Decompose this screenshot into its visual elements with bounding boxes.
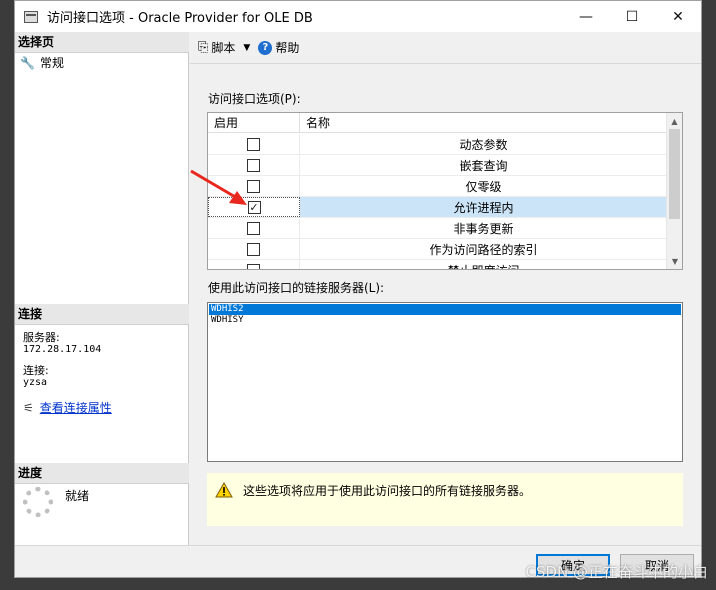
maximize-button[interactable]: ☐ xyxy=(609,1,655,32)
enable-cell xyxy=(208,218,300,238)
option-name: 允许进程内 xyxy=(300,197,667,217)
table-row[interactable]: 嵌套查询 xyxy=(208,155,667,176)
server-value: 172.28.17.104 xyxy=(23,344,102,355)
left-pane: 选择页 🔧 常规 连接 服务器: 172.28.17.104 连接: yzsa … xyxy=(15,32,189,545)
progress-status: 就绪 xyxy=(65,489,90,503)
select-page-header: 选择页 xyxy=(15,32,189,53)
option-name: 非事务更新 xyxy=(453,221,514,236)
connection-label: 连接: xyxy=(23,364,49,377)
option-name: 禁止即席访问 xyxy=(300,260,667,270)
script-button[interactable]: ⎘ 脚本 xyxy=(198,39,235,56)
dialog-window: 访问接口选项 - Oracle Provider for OLE DB — ☐ … xyxy=(14,0,702,578)
progress-header: 进度 xyxy=(15,463,189,484)
option-name: 嵌套查询 xyxy=(459,158,508,173)
close-button[interactable]: ✕ xyxy=(655,1,701,32)
warning-icon xyxy=(215,482,233,498)
progress-row: 就绪 xyxy=(23,487,89,517)
spinner-icon xyxy=(23,487,53,517)
servers-group-label: 使用此访问接口的链接服务器(L): xyxy=(208,281,385,295)
help-label: 帮助 xyxy=(275,41,300,55)
scroll-up-icon[interactable]: ▲ xyxy=(667,113,682,129)
scroll-thumb[interactable] xyxy=(669,129,680,219)
wrench-icon: 🔧 xyxy=(20,55,35,70)
column-header-name[interactable]: 名称 xyxy=(300,113,667,133)
enable-cell xyxy=(208,239,300,259)
connection-value: yzsa xyxy=(23,377,48,388)
connection-info: 服务器: 172.28.17.104 连接: yzsa xyxy=(23,332,101,398)
window-title: 访问接口选项 - Oracle Provider for OLE DB xyxy=(47,11,313,26)
enable-checkbox[interactable] xyxy=(247,263,260,269)
list-item[interactable]: WDHISY xyxy=(209,315,681,326)
minimize-button[interactable]: — xyxy=(563,1,609,32)
enable-cell xyxy=(208,260,300,269)
page-item-general[interactable]: 🔧 常规 xyxy=(20,54,64,71)
view-connection-properties[interactable]: ⚟ 查看连接属性 xyxy=(23,399,112,416)
script-label: 脚本 xyxy=(211,41,236,55)
enable-checkbox[interactable] xyxy=(247,221,260,235)
table-row[interactable]: 禁止即席访问 xyxy=(208,260,667,270)
chevron-down-icon[interactable]: ▼ xyxy=(243,43,250,53)
info-text: 这些选项将应用于使用此访问接口的所有链接服务器。 xyxy=(243,484,532,498)
linked-servers-list[interactable]: WDHIS2 WDHISY xyxy=(207,302,683,462)
server-label: 服务器: xyxy=(23,331,60,344)
list-item[interactable]: WDHIS2 xyxy=(209,304,681,315)
toolbar: ⎘ 脚本 ▼ ? 帮助 xyxy=(190,32,701,64)
enable-cell xyxy=(208,134,300,154)
table-row[interactable]: 动态参数 xyxy=(208,134,667,155)
annotation-arrow xyxy=(190,169,247,205)
table-row[interactable]: 仅零级 xyxy=(208,176,667,197)
view-connection-properties-link[interactable]: 查看连接属性 xyxy=(40,399,112,416)
title-bar: 访问接口选项 - Oracle Provider for OLE DB — ☐ … xyxy=(15,1,701,32)
options-grid: 启用 名称 动态参数嵌套查询仅零级 ✓允许进程内非事务更新作为访问路径的索引禁止即… xyxy=(207,112,683,270)
page-item-label: 常规 xyxy=(39,56,64,70)
enable-checkbox[interactable] xyxy=(247,137,260,151)
table-row[interactable]: ✓ 允许进程内 xyxy=(208,197,667,218)
app-icon xyxy=(24,10,38,23)
column-header-enable[interactable]: 启用 xyxy=(208,113,300,133)
script-icon: ⎘ xyxy=(198,40,209,55)
info-box: 这些选项将应用于使用此访问接口的所有链接服务器。 xyxy=(207,473,683,526)
plug-icon: ⚟ xyxy=(23,400,34,415)
grid-header: 启用 名称 xyxy=(208,113,667,133)
help-button[interactable]: ? 帮助 xyxy=(258,39,299,56)
options-group-label: 访问接口选项(P): xyxy=(208,92,301,106)
enable-checkbox[interactable] xyxy=(247,242,260,256)
option-name: 动态参数 xyxy=(459,137,508,152)
option-name: 作为访问路径的索引 xyxy=(429,242,538,257)
option-name: 仅零级 xyxy=(465,179,502,194)
table-row[interactable]: 非事务更新 xyxy=(208,218,667,239)
connection-header: 连接 xyxy=(15,304,189,325)
scroll-down-icon[interactable]: ▼ xyxy=(667,253,682,269)
help-icon: ? xyxy=(258,40,273,55)
vertical-scrollbar[interactable]: ▲ ▼ xyxy=(666,113,682,269)
grid-body: 动态参数嵌套查询仅零级 ✓允许进程内非事务更新作为访问路径的索引禁止即席访问 xyxy=(208,134,667,270)
right-pane: ⎘ 脚本 ▼ ? 帮助 访问接口选项(P): 启用 名称 动态参数嵌套查询仅零级… xyxy=(190,32,701,545)
watermark: CSDN @正在奋斗中的小白 xyxy=(525,563,708,581)
table-row[interactable]: 作为访问路径的索引 xyxy=(208,239,667,260)
